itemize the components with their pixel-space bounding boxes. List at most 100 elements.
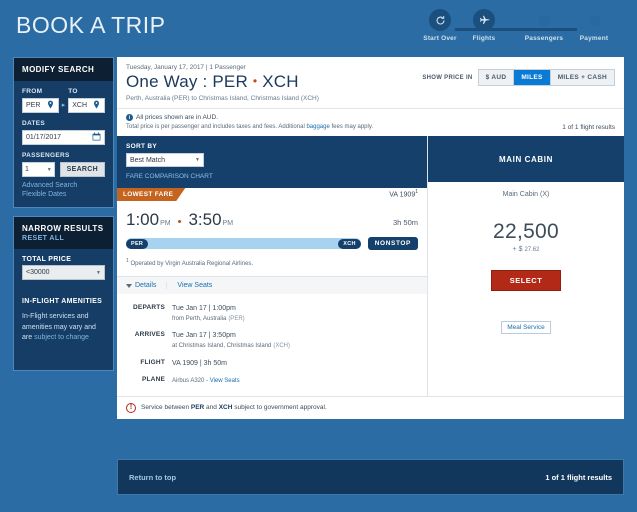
baggage-link[interactable]: baggage (306, 124, 329, 130)
total-price-label: TOTAL PRICE (22, 256, 72, 263)
passengers-select[interactable]: 1 ▼ (22, 162, 55, 177)
to-field-group: TO XCH (68, 88, 106, 113)
flight-number: VA 19091 (389, 189, 418, 198)
cash-addon-prefix: + $ (512, 246, 523, 253)
return-to-top-link[interactable]: Return to top (129, 473, 176, 482)
currency-option-miles-cash[interactable]: MILES + CASH (549, 70, 614, 85)
refresh-icon (429, 9, 451, 31)
dates-label: DATES (22, 120, 46, 127)
footnote-marker: 1 (126, 258, 129, 264)
detail-value: Tue Jan 17 | 1:00pm from Perth, Australi… (172, 304, 245, 324)
flight-times: 1:00PM • 3:50PM 3h 50m (117, 201, 427, 230)
sort-bar: SORT BY Best Match ▼ FARE COMPARISON CHA… (117, 136, 427, 188)
from-to-row: FROM PER ▸ TO XCH (22, 88, 106, 113)
results-count-bottom: 1 of 1 flight results (545, 472, 612, 482)
fare-badge-row: LOWEST FARE VA 19091 (117, 188, 427, 201)
dot-icon (538, 15, 550, 26)
subject-to-change-link[interactable]: subject to change (34, 334, 89, 341)
location-pin-icon (46, 100, 55, 111)
arrive-time-value: 3:50 (188, 210, 222, 229)
flight-duration: 3h 50m (392, 218, 418, 227)
show-price-in-label: SHOW PRICE IN (422, 74, 473, 81)
narrow-results-panel: NARROW RESULTS RESET ALL TOTAL PRICE <30… (13, 216, 114, 371)
details-label: Details (135, 282, 157, 289)
warning-destination: XCH (218, 404, 233, 412)
title-separator-dot: • (252, 74, 258, 88)
arrive-ampm: PM (222, 220, 234, 227)
flight-number-value: VA 1909 (389, 191, 416, 199)
page-title-prefix: One Way : PER (126, 72, 248, 91)
meal-service-link[interactable]: Meal Service (501, 321, 551, 334)
cash-addon-amount: 27.62 (524, 247, 540, 253)
amenities-text: In-Flight services and amenities may var… (22, 312, 105, 344)
step-payment[interactable]: Payment (565, 9, 623, 42)
detail-code: (PER) (228, 316, 245, 323)
depart-ampm: PM (160, 220, 171, 227)
results-footer: Return to top 1 of 1 flight results (117, 459, 624, 495)
currency-toggle: $ AUD MILES MILES + CASH (477, 69, 615, 86)
view-seats-link[interactable]: View Seats (166, 282, 222, 289)
depart-time-value: 1:00 (126, 210, 160, 229)
arrive-time: 3:50PM (188, 210, 233, 230)
flexible-dates-link[interactable]: Flexible Dates (22, 191, 105, 198)
to-input[interactable]: XCH (68, 98, 106, 113)
lowest-fare-badge: LOWEST FARE (117, 188, 185, 201)
chevron-down-icon: ▼ (46, 166, 52, 173)
reset-all-link[interactable]: RESET ALL (22, 235, 105, 242)
detail-line1: Tue Jan 17 | 1:00pm (172, 305, 236, 312)
cabin-body: Main Cabin (X) 22,500 + $ 27.62 SELECT M… (428, 182, 624, 334)
currency-note-text: All prices shown are in AUD. (136, 114, 219, 121)
destination-pill: XCH (338, 238, 361, 249)
sort-by-select[interactable]: Best Match ▼ (126, 153, 204, 167)
passengers-value: 1 (25, 166, 29, 173)
step-flights[interactable]: Flights (455, 9, 513, 42)
from-input[interactable]: PER (22, 98, 59, 113)
currency-option-miles[interactable]: MILES (513, 70, 550, 85)
select-button[interactable]: SELECT (490, 270, 562, 291)
booking-app: BOOK A TRIP Start Over Flights Passenger… (0, 0, 637, 512)
advanced-search-link[interactable]: Advanced Search (22, 182, 105, 189)
step-label: Flights (472, 35, 496, 42)
direction-arrow-icon: ▸ (61, 102, 66, 109)
fare-comparison-chart-link[interactable]: FARE COMPARISON CHART (126, 173, 418, 180)
plane-icon (473, 9, 495, 31)
calendar-icon[interactable] (92, 132, 101, 143)
total-note-prefix: Total price is per passenger and include… (126, 124, 307, 130)
from-value: PER (26, 102, 41, 109)
operated-by-note: 1 Operated by Virgin Australia Regional … (117, 250, 427, 276)
sort-by-label: SORT BY (126, 143, 157, 150)
info-icon: i (126, 114, 133, 121)
search-button[interactable]: SEARCH (59, 162, 105, 177)
meal-service-row: Meal Service (428, 316, 624, 334)
detail-line2: at Christmas Island, Christmas Island (172, 343, 272, 350)
brand-title: BOOK A TRIP (16, 12, 166, 38)
total-price-select[interactable]: <30000 ▼ (22, 265, 105, 280)
dates-field-group: DATES 01/17/2017 (22, 120, 105, 145)
detail-code: (XCH) (273, 343, 290, 350)
currency-option-aud[interactable]: $ AUD (478, 70, 514, 85)
sidebar: MODIFY SEARCH FROM PER ▸ TO XCH DATES 01… (13, 57, 114, 371)
route-bar: PER XCH (126, 238, 361, 249)
detail-label: ARRIVES (134, 331, 165, 339)
chevron-down-icon: ▼ (195, 157, 200, 163)
total-price-value: <30000 (26, 269, 50, 276)
origin-pill: PER (126, 238, 149, 249)
from-label: FROM (22, 88, 43, 95)
detail-line2: from Perth, Australia (172, 316, 227, 323)
dot-icon (588, 15, 600, 26)
flight-column: SORT BY Best Match ▼ FARE COMPARISON CHA… (117, 136, 428, 396)
total-price-note: Total price is per passenger and include… (126, 124, 615, 130)
page-title-suffix: XCH (262, 72, 299, 91)
detail-row-plane: PLANE Airbus A320 - View Seats (126, 376, 418, 386)
show-price-in-group: SHOW PRICE IN $ AUD MILES MILES + CASH (422, 69, 615, 86)
dates-input[interactable]: 01/17/2017 (22, 130, 105, 145)
results-board: SORT BY Best Match ▼ FARE COMPARISON CHA… (117, 136, 624, 396)
detail-label: DEPARTS (133, 304, 165, 311)
details-toggle[interactable]: Details (126, 282, 166, 289)
total-note-suffix: fees may apply. (329, 124, 374, 130)
detail-row-flight: FLIGHT VA 1909 | 3h 50m (126, 359, 418, 369)
main-content: Tuesday, January 17, 2017 | 1 Passenger … (117, 57, 624, 419)
chevron-down-icon: ▼ (96, 269, 101, 276)
currency-note: i All prices shown are in AUD. (126, 114, 615, 121)
view-seats-inline-link[interactable]: View Seats (210, 378, 240, 384)
